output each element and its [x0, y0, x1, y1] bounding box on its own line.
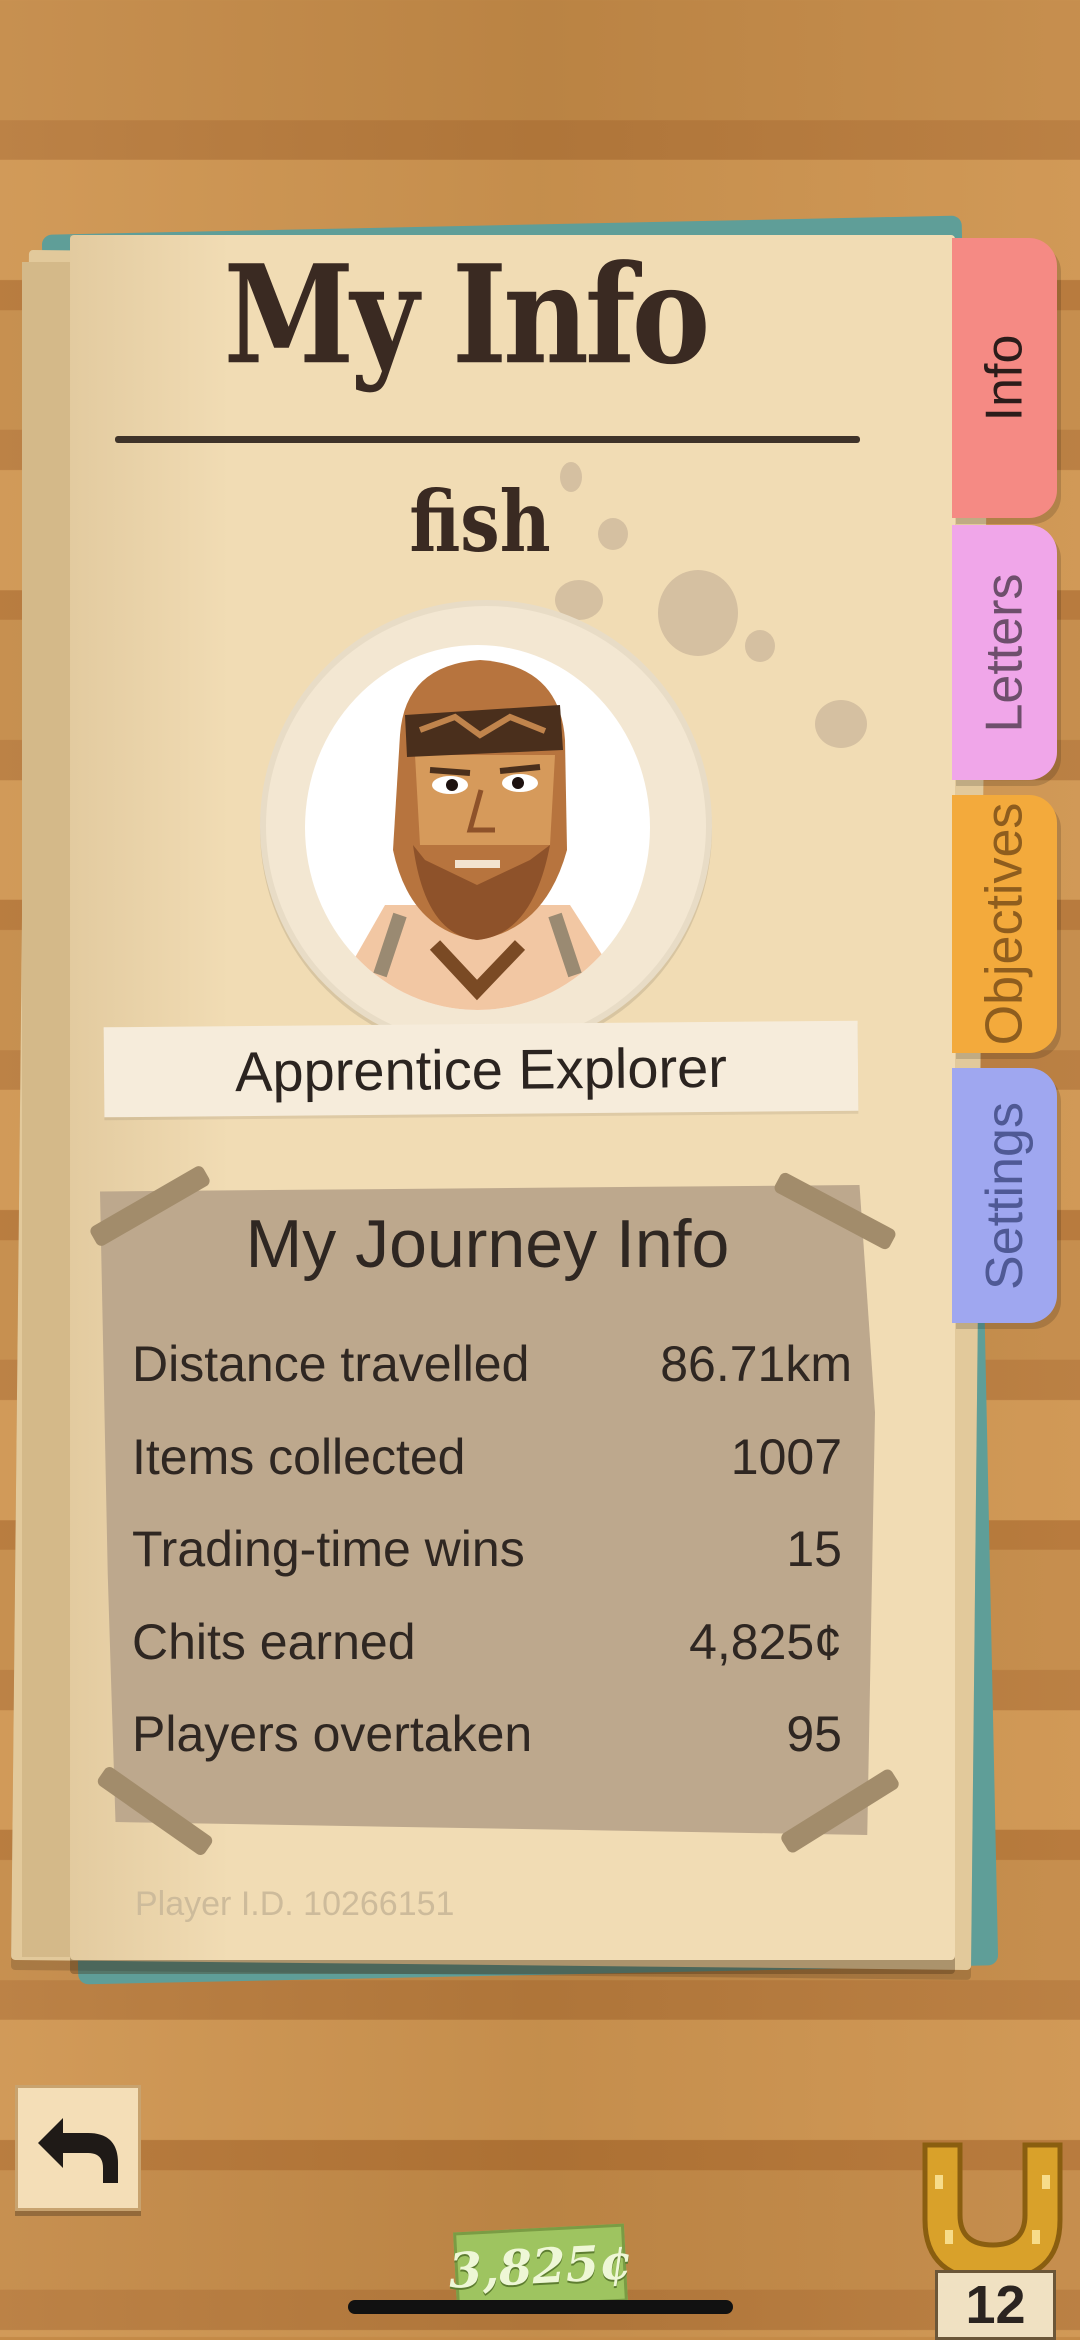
stat-row: Chits earned 4,825¢	[132, 1613, 852, 1693]
horseshoe-icon	[922, 2142, 1063, 2283]
rank-label: Apprentice Explorer	[234, 1035, 728, 1103]
stat-row: Distance travelled 86.71km	[132, 1335, 852, 1415]
tab-settings[interactable]: Settings	[952, 1068, 1057, 1323]
tab-objectives[interactable]: Objectives	[952, 795, 1057, 1053]
stat-value: 4,825¢	[689, 1614, 842, 1670]
stat-value: 15	[786, 1521, 842, 1577]
journey-title: My Journey Info	[245, 1206, 730, 1282]
stat-value: 86.71km	[660, 1336, 852, 1392]
paper-stain	[560, 462, 582, 492]
stat-row: Items collected 1007	[132, 1428, 852, 1508]
tab-letters-label: Letters	[975, 573, 1034, 732]
stat-value: 1007	[730, 1429, 842, 1485]
stat-value: 95	[786, 1706, 842, 1762]
stat-label: Items collected	[132, 1429, 466, 1485]
stat-row: Trading-time wins 15	[132, 1520, 852, 1600]
paper-stain	[745, 630, 775, 662]
currency-balance: 3,825¢	[447, 2223, 634, 2311]
currency-amount: 3,825¢	[447, 2234, 634, 2300]
username: fish	[409, 471, 551, 572]
title-divider	[115, 436, 860, 443]
tab-info-label: Info	[975, 334, 1034, 422]
tab-letters[interactable]: Letters	[952, 525, 1057, 780]
bearded-explorer-avatar-icon	[345, 660, 615, 1010]
tab-objectives-label: Objectives	[975, 802, 1034, 1046]
stat-label: Chits earned	[132, 1614, 416, 1670]
back-button[interactable]	[15, 2085, 141, 2211]
avatar[interactable]	[305, 645, 650, 1010]
stat-row: Players overtaken 95	[132, 1705, 852, 1785]
back-arrow-icon	[38, 2118, 118, 2183]
stat-label: Distance travelled	[132, 1336, 530, 1392]
player-id: Player I.D. 10266151	[135, 1885, 455, 1923]
paper-stain	[658, 570, 738, 656]
rank-banner: Apprentice Explorer	[103, 1020, 859, 1118]
stat-label: Players overtaken	[132, 1706, 533, 1762]
paper-stain	[815, 700, 867, 748]
stat-label: Trading-time wins	[132, 1521, 525, 1577]
home-indicator[interactable]	[348, 2300, 733, 2314]
horseshoe-count: 12	[935, 2270, 1056, 2340]
page-title: My Info	[223, 234, 711, 395]
tab-settings-label: Settings	[975, 1101, 1034, 1290]
paper-stain	[598, 518, 628, 550]
tab-info[interactable]: Info	[952, 238, 1057, 518]
